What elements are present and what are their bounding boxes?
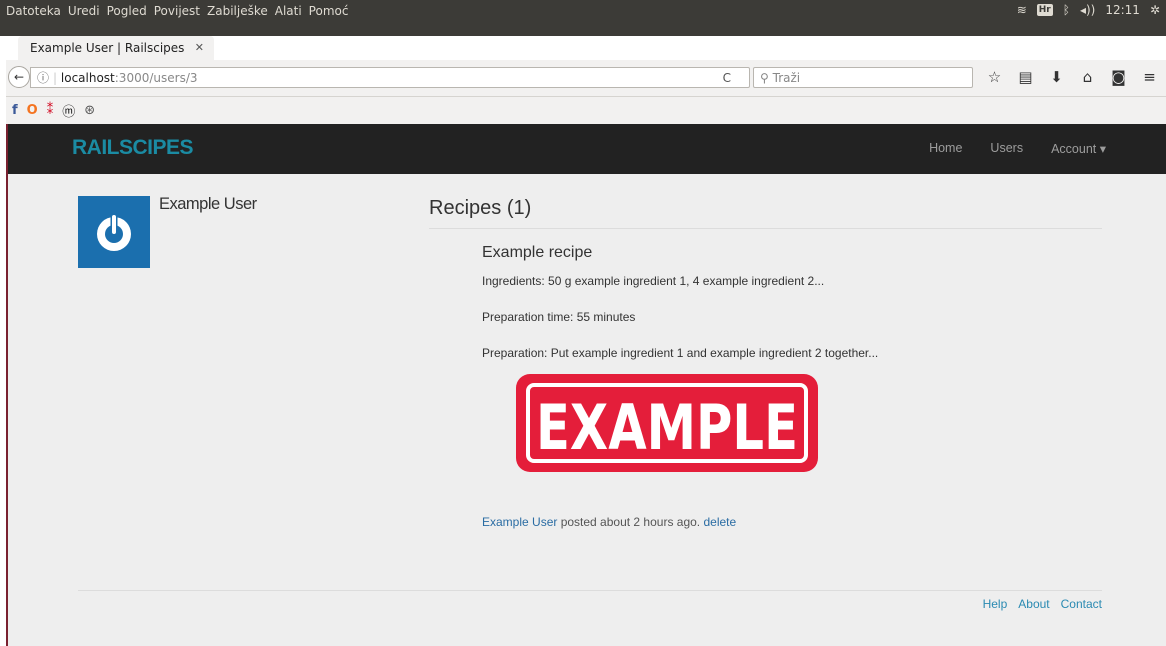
recipe-meta: Example User posted about 2 hours ago. d… <box>482 515 736 529</box>
menu-edit[interactable]: Uredi <box>68 4 100 18</box>
menu-file[interactable]: Datoteka <box>6 4 61 18</box>
toolbar-icons: ☆ ▤ ⬇ ⌂ ◙ ≡ <box>979 68 1165 86</box>
nav-account-dropdown[interactable]: Account ▾ <box>1051 141 1106 156</box>
recipe-prep-time: Preparation time: 55 minutes <box>482 310 636 324</box>
recipe-ingredients: Ingredients: 50 g example ingredient 1, … <box>482 274 825 288</box>
url-bar[interactable]: ⓘ | localhost:3000/users/3 C <box>30 67 750 88</box>
menu-history[interactable]: Povijest <box>154 4 200 18</box>
menu-help[interactable]: Pomoć <box>309 4 349 18</box>
menu-view[interactable]: Pogled <box>107 4 147 18</box>
reading-list-icon[interactable]: ▤ <box>1010 68 1041 86</box>
menu-tools[interactable]: Alati <box>275 4 302 18</box>
keyboard-layout-indicator[interactable]: Hr <box>1036 4 1053 16</box>
back-arrow-icon[interactable]: ← <box>8 66 30 88</box>
site-logo[interactable]: RAILSCIPES <box>72 136 194 160</box>
bookmarks-bar: f O ⁑ ⓜ ⊛ <box>6 97 1166 124</box>
search-input[interactable]: ⚲ Traži <box>753 67 973 88</box>
site-info-icon[interactable]: ⓘ <box>37 71 49 85</box>
recipe-author-link[interactable]: Example User <box>482 515 557 529</box>
nav-home-link[interactable]: Home <box>929 141 962 156</box>
delete-link[interactable]: delete <box>703 515 736 529</box>
power-logo-icon <box>97 213 131 251</box>
url-separator: | <box>53 71 58 85</box>
web-page: RAILSCIPES Home Users Account ▾ Example … <box>6 124 1166 646</box>
navigation-toolbar: ← ⓘ | localhost:3000/users/3 C ⚲ Traži ☆ … <box>6 60 1166 97</box>
url-path: :3000/users/3 <box>114 71 198 85</box>
download-arrow-icon[interactable]: ⬇ <box>1041 68 1072 86</box>
recipes-heading: Recipes (1) <box>429 197 532 219</box>
m-circle-icon[interactable]: ⓜ <box>62 101 75 120</box>
url-host: localhost <box>60 71 115 85</box>
pocket-icon[interactable]: ◙ <box>1103 68 1134 86</box>
volume-icon[interactable]: ◂)) <box>1080 3 1095 17</box>
stamp-text: EXAMPLE <box>536 391 798 464</box>
footer-divider <box>78 590 1102 591</box>
recipe-posted-text: posted about 2 hours ago. <box>557 515 704 529</box>
footer-links: Help About Contact <box>972 597 1102 611</box>
settings-gear-icon[interactable]: ✲ <box>1150 3 1160 17</box>
avatar[interactable] <box>78 196 150 268</box>
red-bookmark-icon[interactable]: ⁑ <box>47 103 54 118</box>
window-left-edge <box>6 124 8 646</box>
hamburger-menu-icon[interactable]: ≡ <box>1134 68 1165 86</box>
new-tab-plus-icon[interactable]: + <box>218 35 233 56</box>
bookmark-star-icon[interactable]: ☆ <box>979 68 1010 86</box>
site-nav-links: Home Users Account ▾ <box>901 141 1106 156</box>
bluetooth-icon[interactable]: ᛒ <box>1063 3 1070 17</box>
system-tray: ≋ Hr ᛒ ◂)) 12:11 ✲ <box>1007 3 1160 17</box>
recipe-title: Example recipe <box>482 244 593 261</box>
wifi-icon[interactable]: ≋ <box>1017 3 1027 17</box>
os-top-bar: Datoteka Uredi Pogled Povijest Zabilješk… <box>0 0 1166 36</box>
nav-users-link[interactable]: Users <box>990 141 1023 156</box>
menu-bookmarks[interactable]: Zabilješke <box>207 4 268 18</box>
search-placeholder: Traži <box>772 71 801 85</box>
clock[interactable]: 12:11 <box>1105 3 1140 17</box>
app-menu: Datoteka Uredi Pogled Povijest Zabilješk… <box>6 4 355 18</box>
reload-icon[interactable]: C <box>723 68 731 89</box>
heading-divider <box>429 228 1102 229</box>
tab-title: Example User | Railscipes <box>30 41 185 55</box>
home-icon[interactable]: ⌂ <box>1072 68 1103 86</box>
browser-tab-active[interactable]: Example User | Railscipes ✕ <box>18 36 214 60</box>
globe-icon[interactable]: ⊛ <box>84 103 95 118</box>
footer-contact-link[interactable]: Contact <box>1061 597 1102 611</box>
recipe-image: EXAMPLE <box>514 372 820 474</box>
example-stamp-image: EXAMPLE <box>516 374 818 472</box>
search-icon: ⚲ <box>760 71 769 85</box>
facebook-icon[interactable]: f <box>12 103 18 118</box>
recipe-preparation: Preparation: Put example ingredient 1 an… <box>482 346 879 360</box>
opera-o-icon[interactable]: O <box>27 103 38 118</box>
footer-help-link[interactable]: Help <box>983 597 1008 611</box>
site-navbar: RAILSCIPES Home Users Account ▾ <box>6 124 1166 174</box>
footer-about-link[interactable]: About <box>1018 597 1049 611</box>
close-tab-icon[interactable]: ✕ <box>195 41 204 54</box>
profile-name: Example User <box>159 195 257 213</box>
